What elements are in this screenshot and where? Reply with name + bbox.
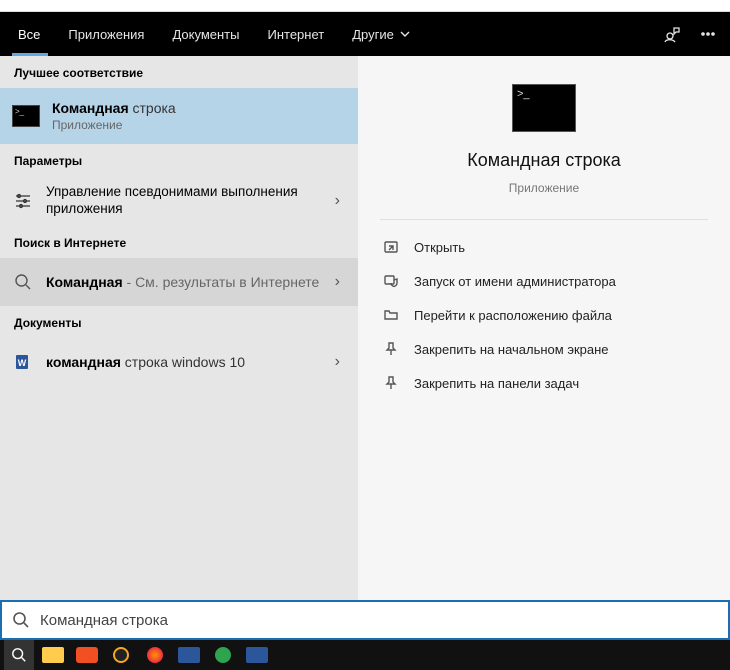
search-icon bbox=[12, 611, 30, 629]
tab-label: Все bbox=[18, 27, 40, 42]
result-title: командная строка windows 10 bbox=[46, 354, 323, 370]
action-label: Закрепить на начальном экране bbox=[414, 342, 609, 357]
taskbar bbox=[0, 640, 730, 670]
search-input[interactable] bbox=[40, 612, 718, 629]
taskbar-search-button[interactable] bbox=[4, 640, 34, 670]
search-box[interactable] bbox=[0, 600, 730, 640]
ellipsis-icon bbox=[699, 25, 717, 43]
result-title: Управление псевдонимами выполнения прило… bbox=[46, 184, 323, 218]
separator bbox=[380, 219, 708, 220]
result-command-prompt[interactable]: Командная строка Приложение bbox=[0, 88, 358, 144]
admin-shield-icon bbox=[382, 272, 400, 290]
tab-more[interactable]: Другие bbox=[338, 12, 424, 56]
tab-internet[interactable]: Интернет bbox=[253, 12, 338, 56]
settings-list-icon bbox=[12, 190, 34, 212]
result-title: Командная - См. результаты в Интернете bbox=[46, 274, 323, 290]
search-results-body: Лучшее соответствие Командная строка При… bbox=[0, 56, 730, 600]
group-best-match: Лучшее соответствие bbox=[0, 56, 358, 88]
action-label: Закрепить на панели задач bbox=[414, 376, 579, 391]
chevron-right-icon: › bbox=[335, 192, 346, 210]
person-feedback-icon bbox=[663, 25, 681, 43]
taskbar-app-blue[interactable] bbox=[174, 640, 204, 670]
action-run-as-admin[interactable]: Запуск от имени администратора bbox=[368, 264, 720, 298]
result-web-search[interactable]: Командная - См. результаты в Интернете › bbox=[0, 258, 358, 306]
action-open-file-location[interactable]: Перейти к расположению файла bbox=[368, 298, 720, 332]
taskbar-app-amber[interactable] bbox=[106, 640, 136, 670]
detail-subtitle: Приложение bbox=[509, 181, 579, 195]
pin-icon bbox=[382, 374, 400, 392]
tab-all[interactable]: Все bbox=[4, 12, 54, 56]
chevron-down-icon bbox=[400, 29, 410, 39]
taskbar-app-word[interactable] bbox=[242, 640, 272, 670]
word-document-icon: W bbox=[12, 351, 34, 373]
action-pin-to-taskbar[interactable]: Закрепить на панели задач bbox=[368, 366, 720, 400]
taskbar-app-utorrent[interactable] bbox=[208, 640, 238, 670]
tab-label: Другие bbox=[352, 27, 394, 42]
window-chrome-placeholder bbox=[0, 0, 730, 12]
feedback-button[interactable] bbox=[654, 12, 690, 56]
group-web: Поиск в Интернете bbox=[0, 226, 358, 258]
pin-icon bbox=[382, 340, 400, 358]
group-documents: Документы bbox=[0, 306, 358, 338]
result-app-alias-settings[interactable]: Управление псевдонимами выполнения прило… bbox=[0, 176, 358, 226]
result-detail-pane: Командная строка Приложение Открыть Запу… bbox=[358, 56, 730, 600]
tab-documents[interactable]: Документы bbox=[158, 12, 253, 56]
open-icon bbox=[382, 238, 400, 256]
detail-title: Командная строка bbox=[467, 150, 621, 171]
taskbar-app-brave[interactable] bbox=[72, 640, 102, 670]
command-prompt-icon-large bbox=[512, 84, 576, 132]
search-icon bbox=[11, 647, 27, 663]
results-list: Лучшее соответствие Командная строка При… bbox=[0, 56, 358, 600]
svg-text:W: W bbox=[18, 358, 27, 368]
detail-actions: Открыть Запуск от имени администратора П… bbox=[358, 226, 730, 404]
action-label: Запуск от имени администратора bbox=[414, 274, 616, 289]
command-prompt-icon bbox=[12, 105, 40, 127]
more-options-button[interactable] bbox=[690, 12, 726, 56]
tab-apps[interactable]: Приложения bbox=[54, 12, 158, 56]
group-settings: Параметры bbox=[0, 144, 358, 176]
chevron-right-icon: › bbox=[335, 353, 346, 371]
search-filter-tabs: Все Приложения Документы Интернет Другие bbox=[0, 12, 730, 56]
tab-label: Приложения bbox=[68, 27, 144, 42]
search-icon bbox=[12, 271, 34, 293]
folder-icon bbox=[382, 306, 400, 324]
action-pin-to-start[interactable]: Закрепить на начальном экране bbox=[368, 332, 720, 366]
tab-label: Интернет bbox=[267, 27, 324, 42]
action-label: Перейти к расположению файла bbox=[414, 308, 612, 323]
action-label: Открыть bbox=[414, 240, 465, 255]
action-open[interactable]: Открыть bbox=[368, 230, 720, 264]
result-document-word[interactable]: W командная строка windows 10 › bbox=[0, 338, 358, 386]
taskbar-file-explorer[interactable] bbox=[38, 640, 68, 670]
result-title: Командная строка bbox=[52, 100, 346, 116]
chevron-right-icon: › bbox=[335, 273, 346, 291]
taskbar-app-firefox[interactable] bbox=[140, 640, 170, 670]
tab-label: Документы bbox=[172, 27, 239, 42]
result-subtitle: Приложение bbox=[52, 118, 346, 132]
